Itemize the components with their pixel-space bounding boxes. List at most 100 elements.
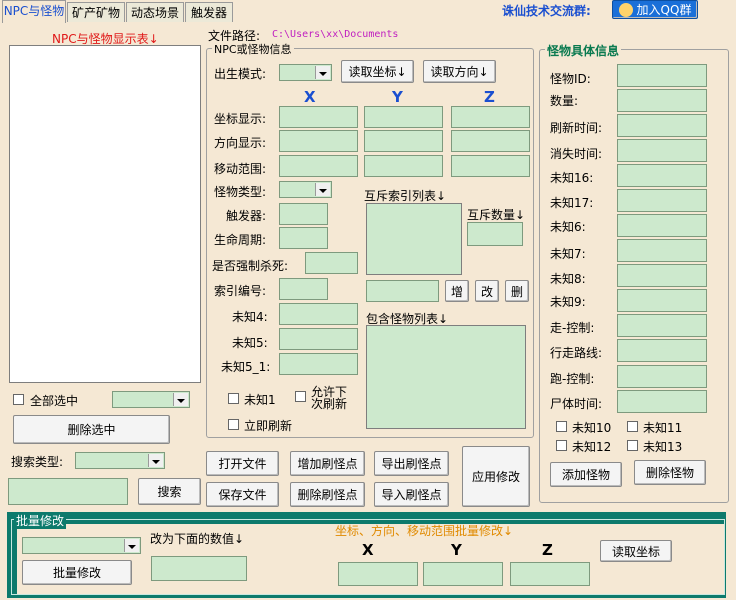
axis-z-label: Z [484, 88, 495, 106]
trigger-field[interactable] [279, 203, 328, 225]
save-file-button[interactable]: 保存文件 [206, 482, 279, 507]
unknown1-checkbox[interactable] [228, 393, 239, 404]
unknown9-label: 未知9: [550, 295, 586, 309]
delete-point-button[interactable]: 删除刷怪点 [290, 482, 365, 507]
trigger-label: 触发器: [226, 209, 267, 223]
batch-z-field[interactable] [510, 562, 590, 586]
unknown16-field[interactable] [617, 164, 707, 187]
range-batch-title: 坐标、方向、移动范围批量修改↓ [335, 524, 514, 538]
unknown5-1-field[interactable] [279, 353, 358, 375]
coord-y-field[interactable] [364, 106, 443, 128]
join-qq-button[interactable]: 加入QQ群 [612, 0, 698, 19]
apply-changes-button[interactable]: 应用修改 [462, 446, 530, 507]
unknown17-field[interactable] [617, 189, 707, 212]
walk-control-field[interactable] [617, 314, 707, 337]
allow-refresh-checkbox[interactable] [295, 391, 306, 402]
delete-mutex-button[interactable]: 删 [505, 280, 529, 302]
search-button[interactable]: 搜索 [138, 478, 201, 505]
tab-trigger[interactable]: 触发器 [185, 2, 233, 22]
unknown10-checkbox[interactable] [556, 421, 567, 432]
mutex-count-field[interactable] [467, 222, 523, 246]
unknown13-checkbox[interactable] [627, 440, 638, 451]
axis-x-label: X [304, 88, 316, 106]
refresh-now-checkbox[interactable] [228, 419, 239, 430]
search-type-select[interactable] [75, 452, 165, 469]
left-filter-select[interactable] [112, 391, 190, 408]
export-point-button[interactable]: 导出刷怪点 [374, 451, 449, 476]
unknown9-field[interactable] [617, 289, 707, 312]
unknown16-label: 未知16: [550, 171, 594, 185]
tab-dynamic-scene[interactable]: 动态场景 [126, 2, 184, 22]
tab-npc-monster[interactable]: NPC与怪物 [2, 0, 66, 23]
select-all-checkbox[interactable] [13, 394, 24, 405]
mutex-index-list[interactable] [366, 203, 462, 275]
mutex-list-label: 互斥索引列表↓ [364, 189, 447, 203]
batch-read-coords-button[interactable]: 读取坐标 [600, 540, 672, 562]
move-range-label: 移动范围: [214, 162, 267, 176]
add-mutex-button[interactable]: 增 [445, 280, 469, 302]
coord-z-field[interactable] [451, 106, 530, 128]
direction-x-field[interactable] [279, 130, 358, 152]
delete-monster-button[interactable]: 删除怪物 [634, 460, 706, 485]
range-x-field[interactable] [279, 155, 358, 177]
force-kill-field[interactable] [305, 252, 358, 274]
count-label: 数量: [550, 94, 579, 108]
birth-mode-label: 出生模式: [214, 67, 267, 81]
unknown5-field[interactable] [279, 328, 358, 350]
direction-y-field[interactable] [364, 130, 443, 152]
unknown8-field[interactable] [617, 264, 707, 287]
npc-monster-list[interactable] [9, 45, 201, 383]
add-point-button[interactable]: 增加刷怪点 [290, 451, 365, 476]
unknown4-field[interactable] [279, 303, 358, 325]
edit-mutex-button[interactable]: 改 [475, 280, 499, 302]
birth-mode-select[interactable] [279, 64, 332, 81]
unknown7-label: 未知7: [550, 247, 586, 261]
join-qq-label: 加入QQ群 [636, 3, 692, 17]
count-field[interactable] [617, 89, 707, 112]
batch-modify-button[interactable]: 批量修改 [22, 560, 132, 585]
qq-icon [618, 2, 633, 17]
unknown11-checkbox[interactable] [627, 421, 638, 432]
batch-x-field[interactable] [338, 562, 418, 586]
unknown6-field[interactable] [617, 214, 707, 237]
read-coords-button[interactable]: 读取坐标↓ [341, 60, 414, 83]
add-monster-button[interactable]: 添加怪物 [550, 462, 622, 487]
index-no-field[interactable] [279, 278, 328, 300]
mutex-input[interactable] [366, 280, 439, 302]
read-direction-button[interactable]: 读取方向↓ [423, 60, 496, 83]
unknown12-checkbox[interactable] [556, 440, 567, 451]
batch-field-select[interactable] [22, 537, 141, 554]
run-control-field[interactable] [617, 365, 707, 388]
life-cycle-field[interactable] [279, 227, 328, 249]
disappear-time-field[interactable] [617, 139, 707, 162]
batch-y-field[interactable] [423, 562, 503, 586]
direction-display-label: 方向显示: [214, 136, 267, 150]
batch-value-field[interactable] [151, 556, 247, 581]
chevron-down-icon [148, 454, 163, 467]
search-input[interactable] [8, 478, 128, 505]
range-y-field[interactable] [364, 155, 443, 177]
unknown17-label: 未知17: [550, 196, 594, 210]
unknown7-field[interactable] [617, 239, 707, 262]
chevron-down-icon [315, 66, 330, 79]
unknown10-label: 未知10 [572, 421, 612, 435]
tab-minerals[interactable]: 矿产矿物 [67, 2, 125, 22]
corpse-time-field[interactable] [617, 390, 707, 413]
monster-id-field[interactable] [617, 64, 707, 87]
unknown11-label: 未知11 [643, 421, 683, 435]
range-z-field[interactable] [451, 155, 530, 177]
walk-route-field[interactable] [617, 339, 707, 362]
import-point-button[interactable]: 导入刷怪点 [374, 482, 449, 507]
contains-monster-list[interactable] [366, 325, 526, 429]
select-all-label: 全部选中 [30, 394, 79, 408]
walk-route-label: 行走路线: [550, 346, 603, 360]
refresh-time-field[interactable] [617, 114, 707, 137]
index-no-label: 索引编号: [214, 284, 267, 298]
coord-x-field[interactable] [279, 106, 358, 128]
direction-z-field[interactable] [451, 130, 530, 152]
npc-info-title: NPC或怪物信息 [212, 41, 294, 57]
open-file-button[interactable]: 打开文件 [206, 451, 279, 476]
monster-type-select[interactable] [279, 181, 332, 198]
delete-selected-button[interactable]: 删除选中 [13, 415, 170, 444]
run-control-label: 跑-控制: [550, 372, 595, 386]
